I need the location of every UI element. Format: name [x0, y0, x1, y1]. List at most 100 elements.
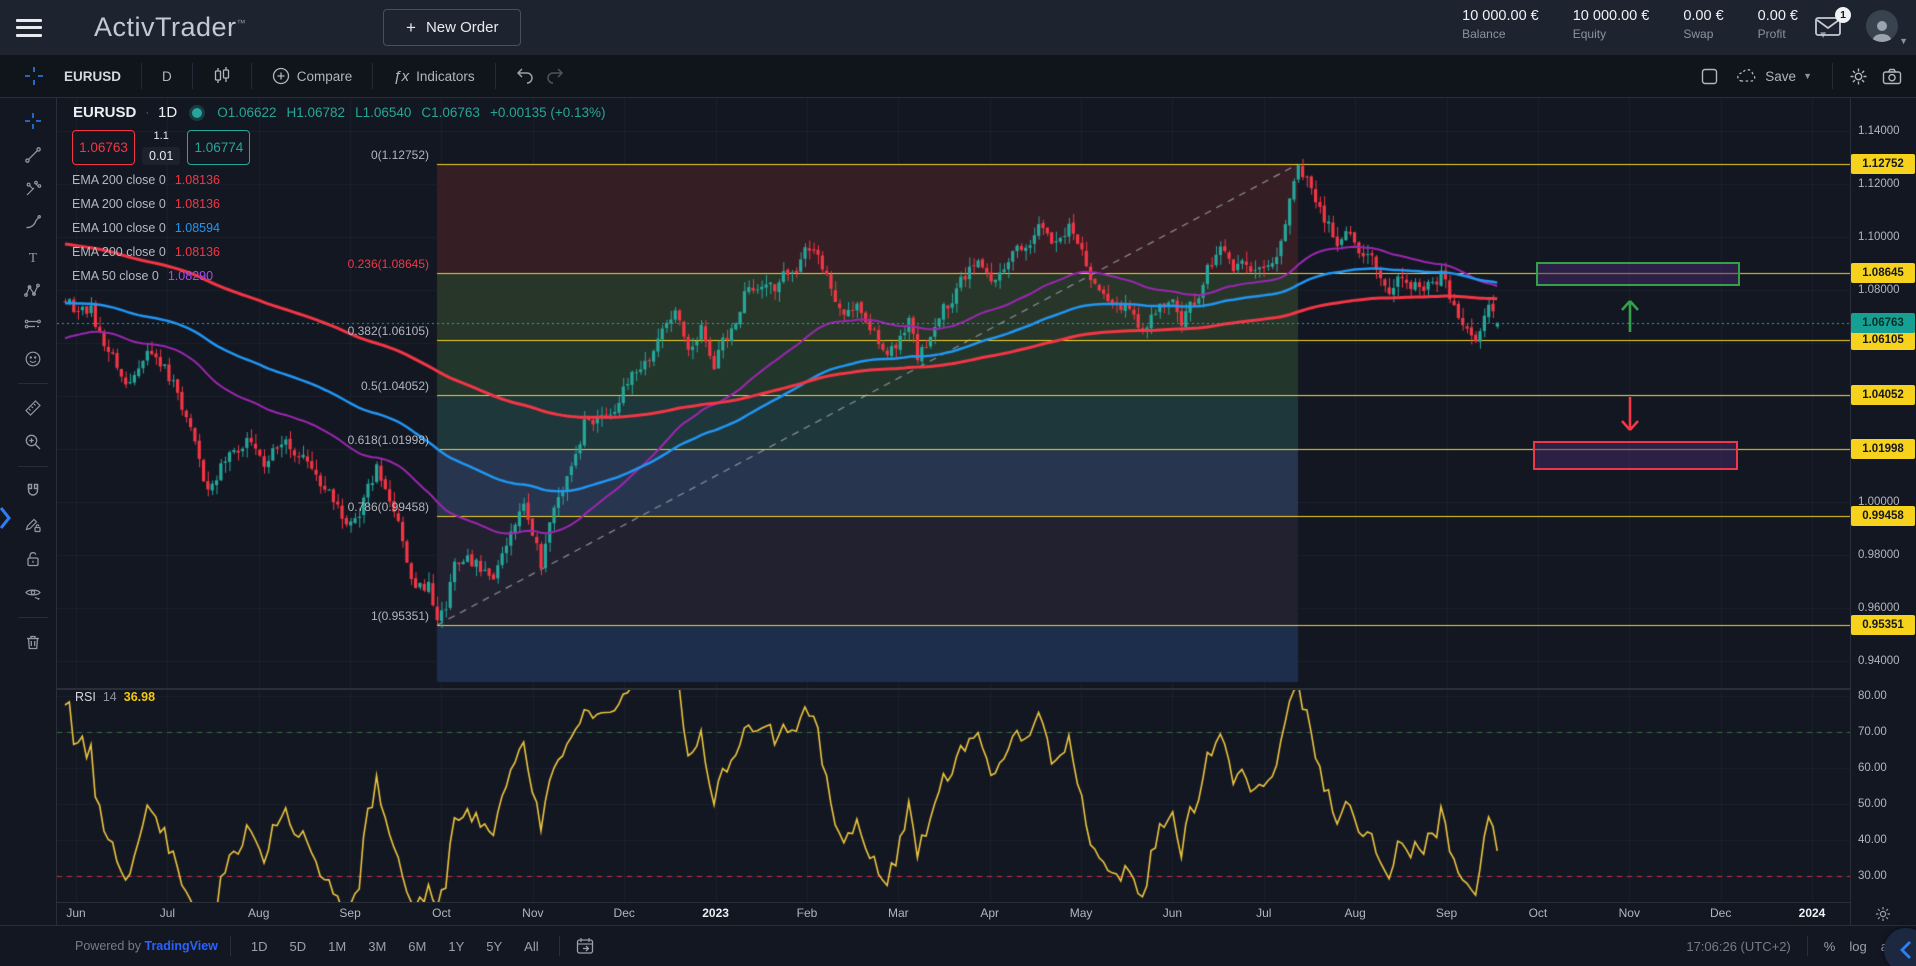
indicator-legend: EMA 200 close 01.08136EMA 200 close 01.0…	[72, 168, 220, 288]
drawing-tools: T	[8, 104, 57, 659]
axis-gear-icon[interactable]	[1875, 906, 1891, 922]
supply-zone-box[interactable]	[1536, 262, 1740, 286]
time-axis[interactable]: JunJulAugSepOctNovDec2023FebMarAprMayJun…	[57, 903, 1850, 925]
lock-tool-icon[interactable]	[16, 542, 50, 576]
hamburger-menu-icon[interactable]	[16, 19, 42, 37]
fib-level-label[interactable]: 0.786(0.99458)	[348, 500, 429, 514]
buy-arrow-up-icon[interactable]	[1612, 296, 1648, 334]
chart-style-button[interactable]	[203, 55, 241, 97]
ruler-tool-icon[interactable]	[16, 391, 50, 425]
range-button-5d[interactable]: 5D	[282, 935, 315, 958]
indicator-row[interactable]: EMA 200 close 01.08136	[72, 240, 220, 264]
price-chart[interactable]	[57, 98, 1850, 688]
fib-level-label[interactable]: 0.5(1.04052)	[361, 379, 429, 393]
price-level-tag[interactable]: 1.01998	[1851, 439, 1915, 459]
avatar[interactable]	[1866, 10, 1898, 42]
zoom-in-tool-icon[interactable]	[16, 425, 50, 459]
bottom-bar: Powered by TradingView 1D5D1M3M6M1Y5YAll…	[0, 925, 1916, 966]
cloud-icon	[1736, 68, 1758, 84]
range-button-all[interactable]: All	[516, 935, 546, 958]
spread-pips: 1.1	[154, 130, 169, 142]
fib-level-label[interactable]: 0.236(1.08645)	[348, 257, 429, 271]
xabcd-pattern-tool-icon[interactable]	[16, 274, 50, 308]
range-button-1m[interactable]: 1M	[320, 935, 354, 958]
crosshair-tool-icon[interactable]	[16, 104, 50, 138]
clock[interactable]: 17:06:26 (UTC+2)	[1686, 939, 1790, 954]
account-stat[interactable]: 10 000.00 €Balance	[1462, 8, 1539, 41]
close-value: C1.06763	[421, 105, 480, 120]
legend-symbol[interactable]: EURUSD	[73, 104, 136, 121]
pitchfork-tool-icon[interactable]	[16, 172, 50, 206]
price-level-tag[interactable]: 1.04052	[1851, 385, 1915, 405]
time-axis-settings	[1850, 903, 1916, 925]
percent-scale-button[interactable]: %	[1824, 939, 1836, 954]
undo-button[interactable]	[506, 55, 544, 97]
settings-gear-icon[interactable]	[1849, 67, 1868, 86]
demand-zone-box[interactable]	[1533, 441, 1738, 470]
crosshair-tool-icon[interactable]	[14, 55, 54, 97]
fx-icon: ƒx	[393, 68, 409, 85]
account-stat[interactable]: 0.00 €Swap	[1683, 8, 1723, 41]
account-stat[interactable]: 10 000.00 €Equity	[1573, 8, 1650, 41]
avatar-chevron-down-icon[interactable]: ▼	[1899, 36, 1908, 46]
layout-icon[interactable]	[1701, 68, 1718, 85]
magnet-tool-icon[interactable]	[16, 474, 50, 508]
fib-level-label[interactable]: 0(1.12752)	[371, 148, 429, 162]
indicators-button[interactable]: ƒx Indicators	[383, 55, 484, 97]
price-level-tag[interactable]: 1.12752	[1851, 154, 1915, 174]
rsi-tick: 60.00	[1858, 762, 1887, 774]
range-button-5y[interactable]: 5Y	[478, 935, 510, 958]
price-level-tag[interactable]: 1.06105	[1851, 330, 1915, 350]
indicator-row[interactable]: EMA 200 close 01.08136	[72, 192, 220, 216]
inbox-button[interactable]: 1	[1814, 14, 1844, 40]
sell-button[interactable]: 1.06763	[72, 130, 135, 165]
time-tick: Dec	[1710, 906, 1731, 920]
brush-tool-icon[interactable]	[16, 206, 50, 240]
indicator-name: EMA 200 close 0	[72, 173, 166, 187]
indicator-row[interactable]: EMA 200 close 01.08136	[72, 168, 220, 192]
log-scale-button[interactable]: log	[1849, 939, 1866, 954]
hide-drawings-tool-icon[interactable]	[16, 576, 50, 610]
new-order-button[interactable]: + New Order	[383, 9, 521, 46]
redo-button[interactable]	[544, 55, 574, 97]
rsi-chart[interactable]	[57, 688, 1850, 902]
tradingview-link[interactable]: TradingView	[145, 939, 218, 953]
pane-separator[interactable]	[57, 688, 1916, 690]
app-logo: ActivTrader™	[94, 12, 246, 43]
time-tick: Nov	[522, 906, 543, 920]
expand-panel-chevron-icon[interactable]	[0, 505, 11, 531]
rsi-legend[interactable]: RSI 14 36.98	[75, 690, 155, 704]
range-button-3m[interactable]: 3M	[360, 935, 394, 958]
fib-level-label[interactable]: 0.382(1.06105)	[348, 324, 429, 338]
price-level-tag[interactable]: 0.99458	[1851, 506, 1915, 526]
price-level-tag[interactable]: 0.95351	[1851, 615, 1915, 635]
indicator-row[interactable]: EMA 100 close 01.08594	[72, 216, 220, 240]
save-layout-button[interactable]: Save ▼	[1732, 68, 1816, 84]
indicator-value: 1.08136	[175, 245, 220, 259]
symbol-search-button[interactable]: EURUSD	[54, 55, 131, 97]
text-tool-icon[interactable]: T	[16, 240, 50, 274]
emoji-tool-icon[interactable]	[16, 342, 50, 376]
legend-interval[interactable]: 1D	[158, 104, 177, 121]
parallel-channel-tool-icon[interactable]	[16, 308, 50, 342]
drawing-lock-tool-icon[interactable]	[16, 508, 50, 542]
go-to-date-button[interactable]	[576, 937, 595, 955]
sell-arrow-down-icon[interactable]	[1612, 395, 1648, 437]
price-level-tag[interactable]: 1.08645	[1851, 263, 1915, 283]
indicator-value: 1.08594	[175, 221, 220, 235]
fib-level-label[interactable]: 0.618(1.01998)	[348, 433, 429, 447]
trash-tool-icon[interactable]	[16, 625, 50, 659]
low-value: L1.06540	[355, 105, 411, 120]
account-stat[interactable]: 0.00 €Profit	[1758, 8, 1798, 41]
trend-line-tool-icon[interactable]	[16, 138, 50, 172]
camera-icon[interactable]	[1882, 68, 1902, 85]
compare-button[interactable]: Compare	[262, 55, 363, 97]
interval-button[interactable]: D	[152, 55, 182, 97]
buy-button[interactable]: 1.06774	[187, 130, 250, 165]
fib-level-label[interactable]: 1(0.95351)	[371, 609, 429, 623]
indicator-row[interactable]: EMA 50 close 01.08290	[72, 264, 220, 288]
stat-value: 10 000.00 €	[1573, 8, 1650, 24]
range-button-6m[interactable]: 6M	[400, 935, 434, 958]
range-button-1d[interactable]: 1D	[243, 935, 276, 958]
range-button-1y[interactable]: 1Y	[440, 935, 472, 958]
